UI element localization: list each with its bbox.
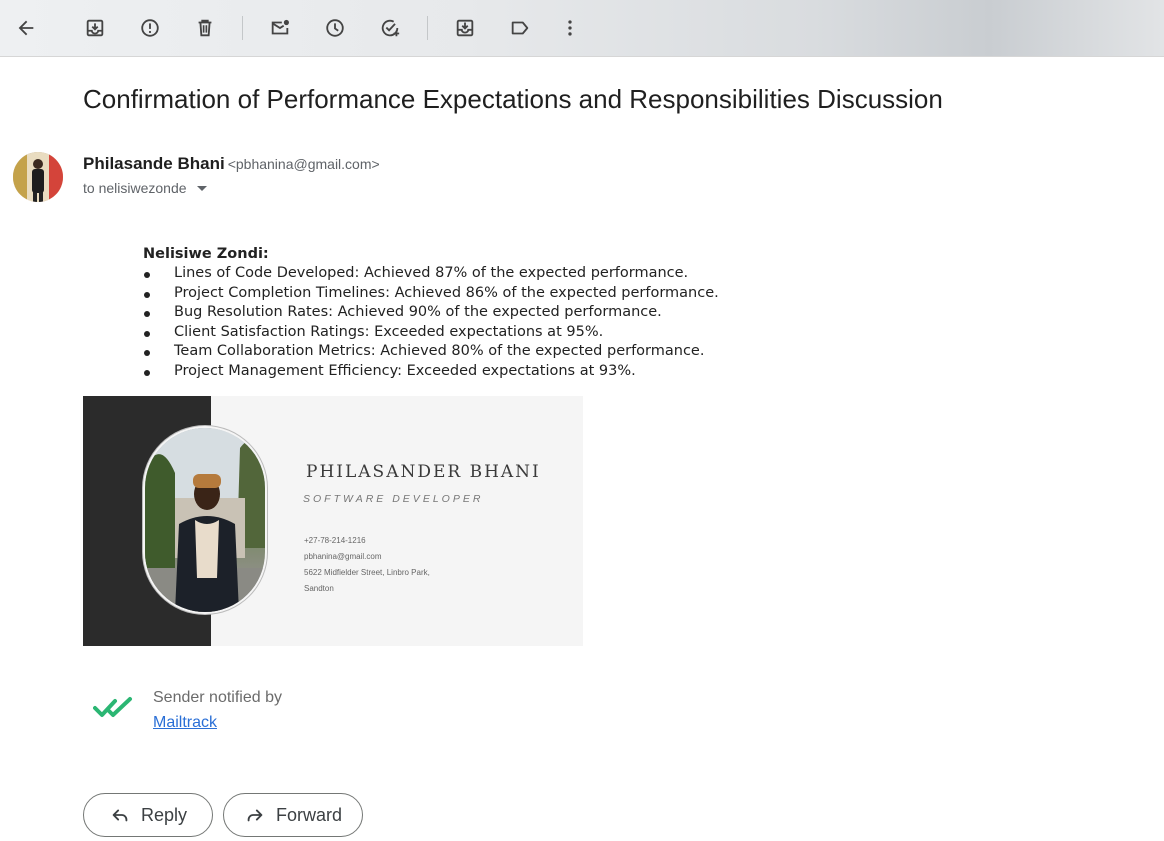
card-contact-info: +27-78-214-1216 pbhanina@gmail.com 5622 … bbox=[304, 533, 430, 597]
body-heading: Nelisiwe Zondi: bbox=[143, 246, 269, 262]
card-role: SOFTWARE DEVELOPER bbox=[303, 493, 484, 505]
forward-label: Forward bbox=[275, 804, 342, 825]
email-toolbar bbox=[0, 0, 1164, 57]
report-spam-icon[interactable] bbox=[135, 13, 165, 43]
card-phone: +27-78-214-1216 bbox=[304, 536, 366, 545]
list-item: Client Satisfaction Ratings: Exceeded ex… bbox=[143, 323, 719, 343]
toolbar-separator bbox=[427, 16, 428, 40]
card-address-line2: Sandton bbox=[304, 584, 334, 593]
sender-line: Philasande Bhani <pbhanina@gmail.com> bbox=[83, 154, 380, 174]
profile-photo bbox=[145, 428, 265, 612]
card-email: pbhanina@gmail.com bbox=[304, 552, 382, 561]
recipient-text: to nelisiwezonde bbox=[83, 180, 187, 196]
forward-arrow-icon bbox=[247, 809, 263, 822]
mailtrack-link[interactable]: Mailtrack bbox=[153, 714, 217, 732]
move-to-icon[interactable] bbox=[450, 13, 480, 43]
signature-card-image: PHILASANDER BHANI SOFTWARE DEVELOPER +27… bbox=[83, 396, 583, 646]
toolbar-separator bbox=[242, 16, 243, 40]
list-item: Bug Resolution Rates: Achieved 90% of th… bbox=[143, 303, 719, 323]
sender-email: <pbhanina@gmail.com> bbox=[227, 156, 380, 172]
list-item: Lines of Code Developed: Achieved 87% of… bbox=[143, 264, 719, 284]
reply-button[interactable]: Reply bbox=[83, 793, 213, 837]
add-to-tasks-icon[interactable] bbox=[375, 13, 405, 43]
mailtrack-double-check-icon bbox=[93, 695, 133, 721]
reply-arrow-icon bbox=[112, 809, 128, 822]
archive-icon[interactable] bbox=[80, 13, 110, 43]
mark-unread-icon[interactable] bbox=[265, 13, 295, 43]
show-details-dropdown-icon[interactable] bbox=[196, 185, 207, 191]
back-arrow-icon[interactable] bbox=[11, 13, 41, 43]
recipient-line: to nelisiwezonde bbox=[83, 180, 207, 196]
list-item: Team Collaboration Metrics: Achieved 80%… bbox=[143, 342, 719, 362]
mailtrack-notice: Sender notified by bbox=[153, 689, 282, 706]
email-body: Nelisiwe Zondi: Lines of Code Developed:… bbox=[143, 245, 719, 382]
delete-icon[interactable] bbox=[190, 13, 220, 43]
more-options-icon[interactable] bbox=[555, 13, 585, 43]
label-icon[interactable] bbox=[505, 13, 535, 43]
forward-button[interactable]: Forward bbox=[223, 793, 363, 837]
performance-list: Lines of Code Developed: Achieved 87% of… bbox=[143, 264, 719, 382]
card-name: PHILASANDER BHANI bbox=[306, 462, 541, 482]
list-item: Project Completion Timelines: Achieved 8… bbox=[143, 284, 719, 304]
reply-label: Reply bbox=[140, 804, 188, 825]
sender-avatar[interactable] bbox=[13, 152, 63, 202]
sender-name[interactable]: Philasande Bhani bbox=[83, 154, 225, 173]
email-subject: Confirmation of Performance Expectations… bbox=[83, 84, 943, 114]
list-item: Project Management Efficiency: Exceeded … bbox=[143, 362, 719, 382]
card-address-line1: 5622 Midfielder Street, Linbro Park, bbox=[304, 568, 430, 577]
snooze-icon[interactable] bbox=[320, 13, 350, 43]
